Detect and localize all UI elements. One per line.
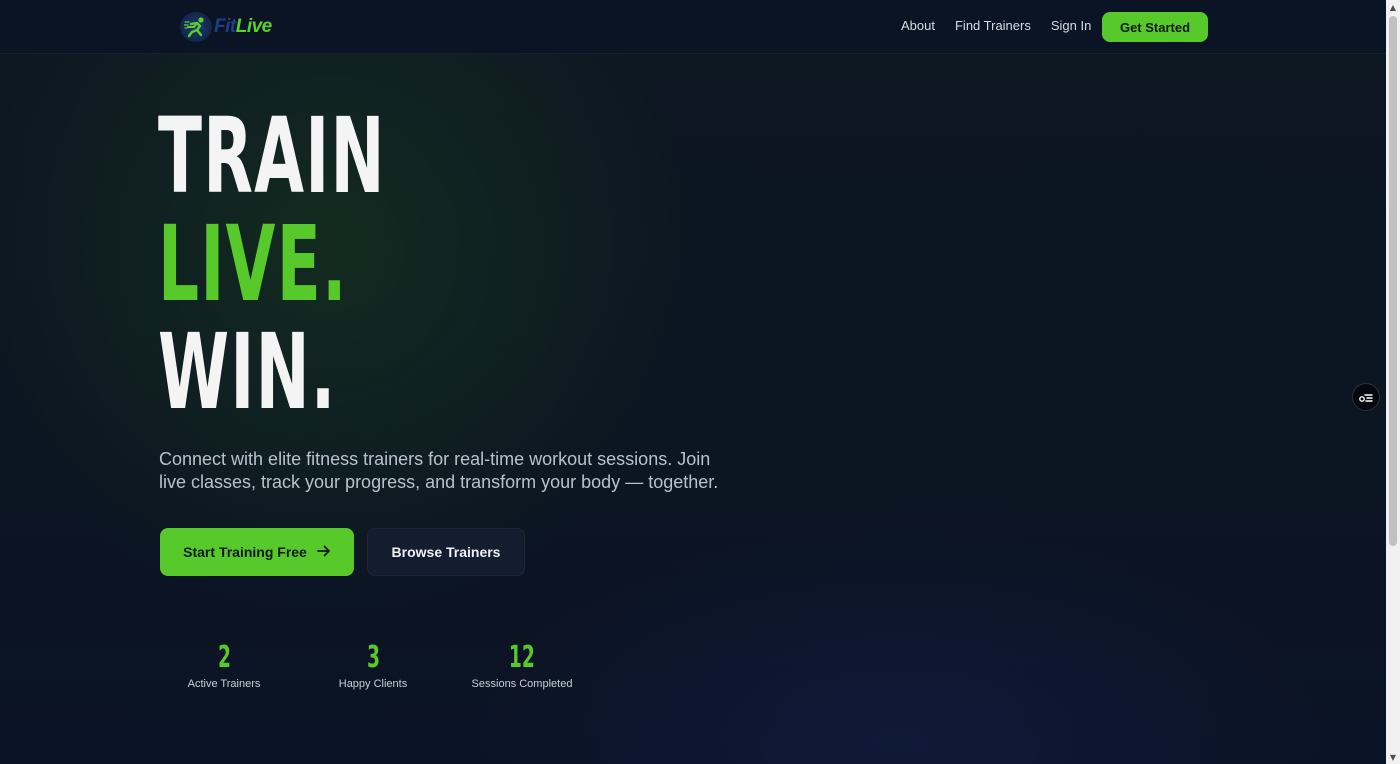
scroll-thumb[interactable] bbox=[1389, 16, 1397, 546]
hero-subtitle: Connect with elite fitness trainers for … bbox=[159, 449, 719, 492]
stat-value: 12 bbox=[509, 640, 535, 675]
nav-links: About Find Trainers Sign In bbox=[901, 18, 1111, 33]
get-started-button[interactable]: Get Started bbox=[1102, 12, 1208, 42]
runner-icon bbox=[180, 12, 212, 42]
nav-find-trainers-link[interactable]: Find Trainers bbox=[955, 18, 1031, 33]
stat-sessions-completed: 12 Sessions Completed bbox=[467, 640, 577, 690]
accessibility-menu-icon bbox=[1359, 388, 1373, 407]
nav-about-link[interactable]: About bbox=[901, 18, 935, 33]
start-training-free-button[interactable]: Start Training Free bbox=[160, 528, 354, 576]
navbar: FitLive About Find Trainers Sign In Get … bbox=[0, 0, 1386, 54]
hero-headline-win: WIN. bbox=[158, 311, 337, 433]
logo[interactable]: FitLive bbox=[180, 12, 272, 42]
stat-label: Sessions Completed bbox=[471, 678, 573, 690]
start-training-free-label: Start Training Free bbox=[183, 544, 307, 560]
hero-headline-live: LIVE. bbox=[158, 203, 348, 325]
logo-text: FitLive bbox=[214, 16, 272, 37]
stat-label: Happy Clients bbox=[338, 678, 408, 690]
hero-headline-train: TRAIN bbox=[158, 95, 386, 217]
page-scrollbar[interactable]: ▲ ▼ bbox=[1386, 0, 1400, 764]
browse-trainers-button[interactable]: Browse Trainers bbox=[367, 528, 525, 576]
stat-label: Active Trainers bbox=[187, 678, 261, 690]
scroll-down-icon[interactable]: ▼ bbox=[1386, 750, 1400, 764]
nav-sign-in-link[interactable]: Sign In bbox=[1051, 18, 1091, 33]
accessibility-menu-button[interactable] bbox=[1352, 383, 1380, 411]
stat-value: 2 bbox=[217, 640, 231, 675]
stat-happy-clients: 3 Happy Clients bbox=[333, 640, 413, 690]
scroll-up-icon[interactable]: ▲ bbox=[1386, 0, 1400, 14]
stat-value: 3 bbox=[366, 640, 380, 675]
arrow-right-icon bbox=[316, 544, 331, 560]
browse-trainers-label: Browse Trainers bbox=[391, 544, 501, 560]
stat-active-trainers: 2 Active Trainers bbox=[184, 640, 264, 690]
